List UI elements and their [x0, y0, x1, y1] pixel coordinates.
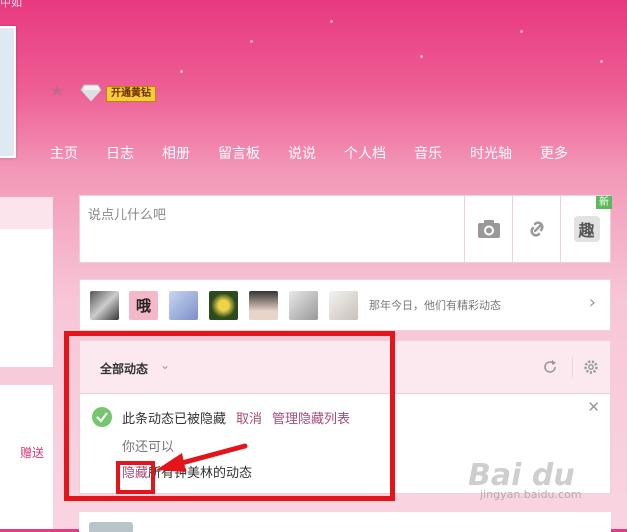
arrow-icon — [156, 443, 248, 472]
left-panel — [0, 229, 53, 367]
avatar — [89, 522, 133, 532]
left-panel-header — [0, 197, 53, 229]
memory-avatar[interactable]: 哦 — [129, 291, 158, 320]
camera-button[interactable] — [464, 196, 513, 262]
main-nav: 主页 日志 相册 留言板 说说 个人档 音乐 时光轴 更多 — [50, 143, 596, 163]
link-icon — [530, 221, 544, 237]
fun-button[interactable]: 趣 新 — [560, 196, 612, 262]
memory-text: 那年今日，他们有精彩动态 — [369, 299, 501, 312]
star-icon[interactable]: ★ — [50, 83, 64, 99]
nav-item-shuoshuo[interactable]: 说说 — [288, 143, 316, 163]
memory-avatar[interactable] — [169, 291, 198, 320]
watermark-url: jingyan.baidu.com — [480, 488, 582, 501]
nav-item-more[interactable]: 更多 — [540, 143, 568, 163]
new-badge: 新 — [596, 196, 612, 209]
top-clipped-text: 中如 — [0, 0, 22, 9]
composer-placeholder: 说点儿什么吧 — [88, 208, 167, 223]
close-icon[interactable]: ✕ — [587, 398, 600, 416]
memory-avatar[interactable] — [209, 291, 238, 320]
post-composer[interactable]: 说点儿什么吧 趣 新 — [79, 195, 612, 263]
memory-avatar[interactable] — [289, 291, 318, 320]
camera-icon — [478, 220, 500, 238]
link-button[interactable] — [512, 196, 561, 262]
diamond-icon[interactable] — [80, 84, 102, 102]
divider — [572, 357, 573, 377]
memory-avatar[interactable] — [90, 291, 119, 320]
chevron-right-icon[interactable]: › — [589, 292, 596, 313]
next-feed-card — [79, 512, 611, 532]
open-vip-button[interactable]: 开通黄钻 — [106, 86, 156, 102]
memory-avatar[interactable] — [329, 291, 358, 320]
nav-item-music[interactable]: 音乐 — [414, 143, 442, 163]
memory-bar[interactable]: 哦 那年今日，他们有精彩动态 › — [79, 279, 611, 331]
gift-link[interactable]: 赠送 — [20, 444, 44, 461]
fun-icon: 趣 — [573, 216, 600, 242]
nav-item-blog[interactable]: 日志 — [106, 143, 134, 163]
nav-item-profile[interactable]: 个人档 — [344, 143, 386, 163]
nav-item-album[interactable]: 相册 — [162, 143, 190, 163]
nav-item-timeline[interactable]: 时光轴 — [470, 143, 512, 163]
memory-avatar[interactable] — [249, 291, 278, 320]
refresh-icon[interactable] — [543, 360, 557, 374]
gear-icon[interactable] — [583, 359, 599, 375]
nav-item-home[interactable]: 主页 — [50, 143, 78, 163]
profile-avatar[interactable] — [0, 26, 16, 158]
nav-item-guestbook[interactable]: 留言板 — [218, 143, 260, 163]
